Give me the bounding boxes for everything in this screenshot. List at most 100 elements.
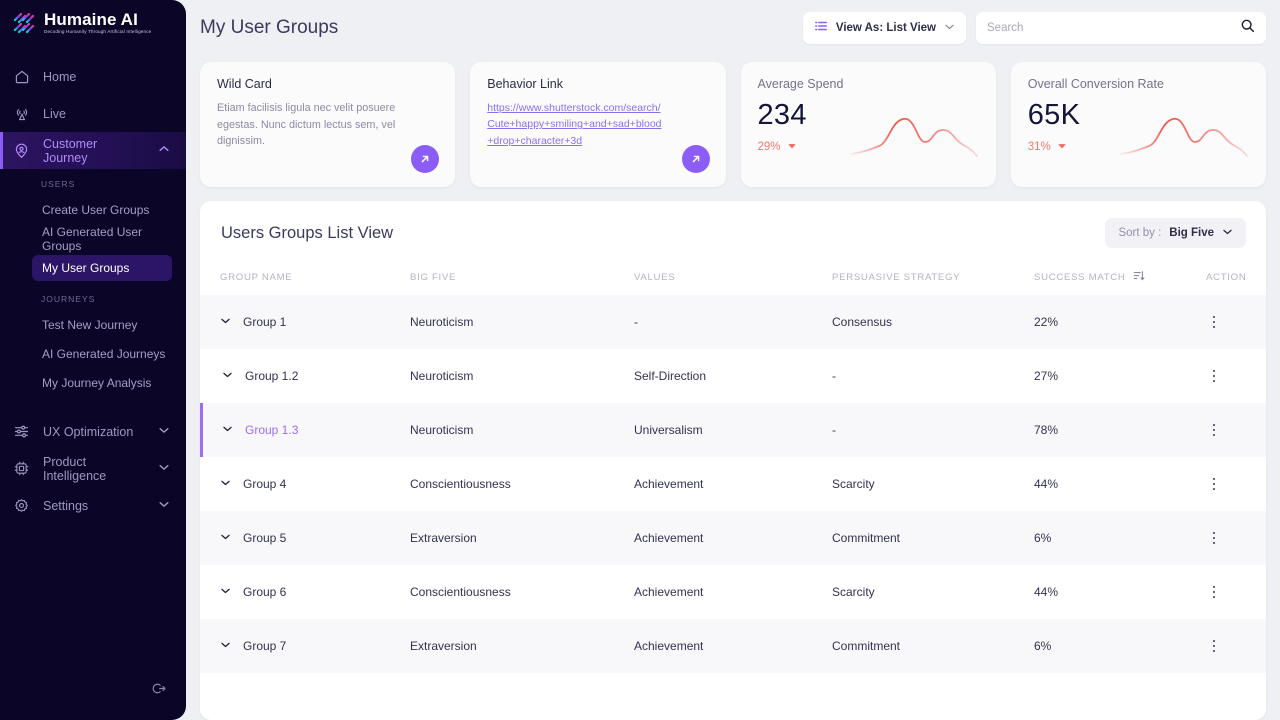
search-icon[interactable] (1240, 18, 1255, 38)
sidebar-item-ux-optimization[interactable]: UX Optimization (0, 413, 186, 450)
row-group-label: Group 1.2 (245, 369, 299, 383)
chevron-down-icon[interactable] (944, 21, 955, 35)
card-title: Wild Card (217, 77, 272, 91)
table-row[interactable]: Group 1.3 Neuroticism Universalism - 78% (200, 403, 1266, 457)
column-success-match[interactable]: SUCCESS MATCH (1034, 270, 1206, 285)
kebab-menu-icon[interactable] (1207, 585, 1221, 599)
row-group-name[interactable]: Group 1 (200, 315, 410, 329)
row-group-name[interactable]: Group 7 (200, 639, 410, 653)
sidebar-item-create-user-groups[interactable]: Create User Groups (32, 197, 172, 223)
arrow-up-right-icon[interactable] (681, 145, 710, 173)
column-success-match-label: SUCCESS MATCH (1034, 272, 1126, 283)
row-strategy: Commitment (832, 639, 901, 653)
row-action-cell[interactable] (1206, 423, 1266, 437)
chevron-down-icon[interactable] (220, 585, 231, 599)
view-as-dropdown[interactable]: View As: List View (802, 11, 966, 44)
sidebar-item-ai-generated-user-groups[interactable]: AI Generated User Groups (32, 225, 172, 253)
table-header-row: GROUP NAME BIG FIVE VALUES PERSUASIVE ST… (200, 256, 1266, 295)
kebab-menu-icon[interactable] (1207, 531, 1221, 545)
sidebar-nav: Home Live Customer Journey USERS Create … (0, 58, 186, 524)
brand-logo[interactable]: Humaine AI Decoding Humanity Through Art… (0, 0, 186, 36)
row-values: Universalism (634, 423, 703, 437)
chevron-down-icon[interactable] (222, 369, 233, 383)
row-group-label: Group 6 (243, 585, 287, 599)
kebab-menu-icon[interactable] (1207, 369, 1221, 383)
sidebar-item-label: Home (43, 69, 77, 84)
row-group-name[interactable]: Group 1.2 (200, 369, 410, 383)
chevron-down-icon[interactable] (220, 315, 231, 329)
sidebar-item-customer-journey[interactable]: Customer Journey (0, 132, 186, 169)
card-overall-conversion-rate: Overall Conversion Rate 65K 31% (1010, 62, 1266, 187)
metric-delta-value: 29% (757, 141, 781, 154)
table-row[interactable]: Group 4 Conscientiousness Achievement Sc… (200, 457, 1266, 511)
sidebar-item-test-new-journey[interactable]: Test New Journey (32, 312, 172, 338)
row-success-match: 27% (1034, 369, 1059, 383)
table-row[interactable]: Group 6 Conscientiousness Achievement Sc… (200, 565, 1266, 619)
journey-pin-icon (13, 142, 30, 159)
sidebar-item-ai-generated-journeys[interactable]: AI Generated Journeys (32, 341, 172, 367)
search-box[interactable] (976, 11, 1266, 44)
sidebar-item-label: Product Intelligence (43, 454, 107, 483)
card-average-spend: Average Spend 234 29% (740, 62, 996, 187)
row-group-name[interactable]: Group 6 (200, 585, 410, 599)
row-big-five: Extraversion (410, 639, 477, 653)
sidebar-section-journeys: JOURNEYS (41, 294, 96, 304)
sidebar-item-home[interactable]: Home (0, 58, 186, 95)
chevron-down-icon[interactable] (220, 477, 231, 491)
arrow-up-right-icon[interactable] (411, 145, 440, 173)
kebab-menu-icon[interactable] (1207, 477, 1221, 491)
sidebar-item-my-user-groups[interactable]: My User Groups (32, 255, 172, 281)
table-row[interactable]: Group 1.2 Neuroticism Self-Direction - 2… (200, 349, 1266, 403)
sidebar-item-settings[interactable]: Settings (0, 487, 186, 524)
card-behavior-link: Behavior Link https://www.shutterstock.c… (470, 62, 726, 187)
row-group-name[interactable]: Group 4 (200, 477, 410, 491)
sidebar-item-my-journey-analysis[interactable]: My Journey Analysis (32, 370, 172, 396)
kebab-menu-icon[interactable] (1207, 315, 1221, 329)
row-action-cell[interactable] (1206, 315, 1266, 329)
sidebar-item-product-intelligence[interactable]: Product Intelligence (0, 450, 186, 487)
row-action-cell[interactable] (1206, 585, 1266, 599)
search-input[interactable] (987, 21, 1240, 34)
chevron-down-icon[interactable] (220, 639, 231, 653)
card-title: Average Spend (757, 77, 844, 91)
sort-by-dropdown[interactable]: Sort by : Big Five (1105, 218, 1246, 248)
sort-by-prefix: Sort by : (1118, 227, 1162, 239)
brand-title: Humaine AI (44, 10, 138, 30)
chevron-down-icon[interactable] (158, 461, 170, 476)
chevron-up-icon[interactable] (158, 143, 170, 158)
row-group-name[interactable]: Group 1.3 (200, 423, 410, 437)
humaine-logo-icon (12, 10, 38, 36)
sliders-icon (13, 423, 30, 440)
chevron-down-icon[interactable] (158, 424, 170, 439)
metric-delta-value: 31% (1027, 141, 1051, 154)
chevron-down-icon[interactable] (158, 498, 170, 513)
column-persuasive-strategy: PERSUASIVE STRATEGY (832, 272, 961, 283)
row-action-cell[interactable] (1206, 369, 1266, 383)
row-big-five: Extraversion (410, 531, 477, 545)
sidebar-item-label: Customer Journey (43, 136, 98, 165)
metric-value: 234 (757, 99, 807, 131)
row-action-cell[interactable] (1206, 531, 1266, 545)
behavior-link[interactable]: https://www.shutterstock.com/search/Cute… (487, 100, 667, 149)
topbar: My User Groups View As: List View (186, 0, 1280, 55)
row-big-five: Neuroticism (410, 315, 474, 329)
row-action-cell[interactable] (1206, 639, 1266, 653)
table-row[interactable]: Group 5 Extraversion Achievement Commitm… (200, 511, 1266, 565)
sidebar-item-label: Live (43, 106, 66, 121)
sort-by-value: Big Five (1169, 227, 1214, 239)
sidebar-section-users: USERS (41, 179, 76, 189)
chevron-down-icon[interactable] (222, 423, 233, 437)
sort-desc-icon[interactable] (1133, 270, 1145, 285)
table-row[interactable]: Group 1 Neuroticism - Consensus 22% (200, 295, 1266, 349)
kebab-menu-icon[interactable] (1207, 423, 1221, 437)
table-row[interactable]: Group 7 Extraversion Achievement Commitm… (200, 619, 1266, 673)
row-group-name[interactable]: Group 5 (200, 531, 410, 545)
logout-icon[interactable] (150, 680, 167, 702)
kebab-menu-icon[interactable] (1207, 639, 1221, 653)
row-action-cell[interactable] (1206, 477, 1266, 491)
row-big-five: Neuroticism (410, 423, 474, 437)
row-values: Achievement (634, 531, 704, 545)
chevron-down-icon[interactable] (220, 531, 231, 545)
sidebar-item-live[interactable]: Live (0, 95, 186, 132)
chevron-down-icon[interactable] (1222, 226, 1233, 240)
